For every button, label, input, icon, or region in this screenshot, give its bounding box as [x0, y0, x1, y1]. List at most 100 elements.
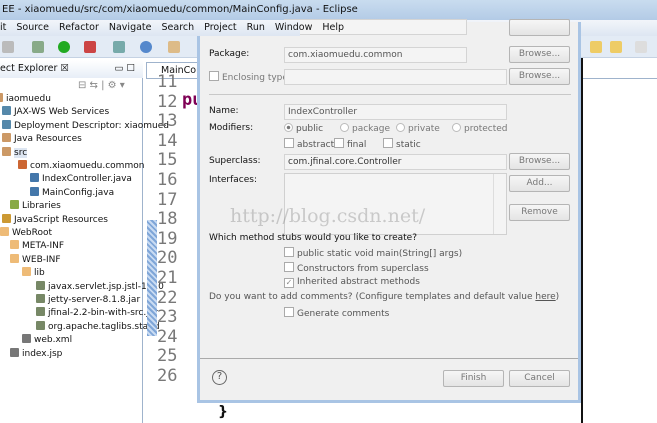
tree-item-label: MainConfig.java: [42, 187, 115, 198]
line-number: 20: [157, 248, 178, 269]
modifier-private-radio[interactable]: private: [396, 123, 440, 134]
tree-item-label: Libraries: [22, 201, 61, 212]
package-field[interactable]: com.xiaomuedu.common: [284, 47, 467, 63]
tree-item-label: index.jsp: [22, 348, 63, 359]
tree-node-icon: [10, 253, 19, 263]
last-edit-icon[interactable]: [590, 41, 602, 53]
final-checkbox[interactable]: final: [334, 138, 366, 150]
tree-item[interactable]: javax.servlet.jsp.jstl-1.2.0: [36, 280, 164, 294]
configure-templates-link[interactable]: here: [535, 292, 555, 302]
menu-navigate[interactable]: Navigate: [109, 22, 152, 33]
superclass-field[interactable]: com.jfinal.core.Controller: [284, 154, 507, 170]
cancel-button[interactable]: Cancel: [509, 370, 570, 387]
tree-item[interactable]: web.xml: [22, 334, 72, 347]
tree-node-icon: [2, 133, 11, 143]
line-number: 16: [157, 170, 178, 190]
tree-item-label: JavaScript Resources: [14, 214, 108, 225]
tree-node-icon: [2, 106, 11, 116]
tree-item[interactable]: jfinal-2.2-bin-with-src.jar: [36, 307, 158, 320]
menu-help[interactable]: Help: [322, 22, 344, 33]
static-checkbox[interactable]: static: [383, 138, 421, 150]
tree-item-label: web.xml: [34, 335, 73, 346]
source-browse-button[interactable]: [509, 19, 570, 36]
line-number: 11: [157, 72, 178, 92]
tree-node-icon: [36, 320, 45, 330]
tree-item[interactable]: WebRoot: [0, 227, 52, 240]
tree-node-icon: [36, 294, 45, 303]
enclosing-type-checkbox[interactable]: Enclosing type:: [209, 71, 291, 83]
tree-node-icon: [36, 280, 45, 290]
tree-item[interactable]: META-INF: [10, 240, 64, 253]
tree-item-label: WebRoot: [12, 228, 53, 238]
tree-item[interactable]: Deployment Descriptor: xiaomued: [2, 119, 169, 133]
line-number: 14: [157, 130, 178, 151]
enclosing-browse-button[interactable]: Browse...: [509, 68, 570, 85]
forward-icon[interactable]: [635, 41, 647, 53]
enclosing-type-field[interactable]: [284, 69, 507, 85]
menu-window[interactable]: Window: [275, 22, 312, 33]
name-field[interactable]: IndexController: [284, 104, 507, 120]
line-number: 18: [157, 209, 178, 230]
generate-comments-checkbox[interactable]: Generate comments: [284, 307, 389, 319]
tree-node-icon: [22, 334, 31, 344]
save-all-icon[interactable]: [2, 41, 14, 53]
open-type-icon[interactable]: [168, 41, 180, 53]
tree-item[interactable]: WEB-INF: [10, 253, 61, 267]
modifier-protected-radio[interactable]: protected: [452, 123, 508, 134]
tree-item-label: META-INF: [22, 241, 65, 252]
watermark: http://blog.csdn.net/: [230, 205, 426, 227]
tree-item[interactable]: Libraries: [10, 200, 61, 213]
tree-item-label: src: [14, 147, 28, 158]
help-icon[interactable]: ?: [212, 370, 227, 385]
modifiers-label: Modifiers:: [209, 123, 254, 133]
modifier-public-radio[interactable]: public: [284, 123, 323, 134]
tree-item-label: org.apache.taglibs.stand: [48, 321, 160, 332]
project-explorer-title: ect Explorer ☒: [0, 63, 69, 74]
run-icon[interactable]: [58, 41, 70, 53]
stub-constructors-checkbox[interactable]: Constructors from superclass: [284, 262, 429, 274]
collapse-link-icons[interactable]: ⊟ ⇆ | ⚙ ▾: [78, 80, 125, 91]
finish-button[interactable]: Finish: [443, 370, 504, 387]
tree-item-label: com.xiaomuedu.common: [30, 161, 145, 171]
minimize-maximize-icon[interactable]: ▭ ☐: [114, 60, 135, 78]
debug-icon[interactable]: [32, 41, 44, 53]
new-project-icon[interactable]: [113, 41, 125, 53]
project-explorer-tab[interactable]: ect Explorer ☒ ▭ ☐: [0, 60, 143, 78]
stub-inherited-checkbox[interactable]: ✓ Inherited abstract methods: [284, 277, 420, 288]
menu-search[interactable]: Search: [162, 22, 195, 33]
line-number: 17: [157, 189, 178, 210]
back-icon[interactable]: [610, 41, 622, 53]
tree-item-label: Deployment Descriptor: xiaomued: [14, 120, 169, 131]
menu-run[interactable]: Run: [247, 22, 265, 33]
line-number: 22: [157, 287, 178, 308]
tree-item[interactable]: lib: [22, 267, 45, 280]
tree-item[interactable]: com.xiaomuedu.common: [18, 160, 144, 173]
abstract-checkbox[interactable]: abstract: [284, 138, 334, 150]
menu-project[interactable]: Project: [204, 22, 237, 33]
tree-item[interactable]: index.jsp: [10, 347, 63, 361]
superclass-browse-button[interactable]: Browse...: [509, 153, 570, 170]
tree-item[interactable]: IndexController.java: [30, 173, 132, 186]
tree-item[interactable]: MainConfig.java: [30, 186, 115, 200]
tree-item[interactable]: JavaScript Resources: [2, 213, 108, 227]
interfaces-label: Interfaces:: [209, 175, 258, 185]
menu-edit[interactable]: it: [0, 22, 6, 33]
menu-source[interactable]: Source: [16, 22, 49, 33]
stub-main-checkbox[interactable]: public static void main(String[] args): [284, 247, 462, 259]
run-server-icon[interactable]: [84, 41, 96, 53]
tree-item[interactable]: JAX-WS Web Services: [2, 106, 109, 119]
new-class-icon[interactable]: [140, 41, 152, 53]
tree-node-icon: [10, 200, 19, 210]
menu-refactor[interactable]: Refactor: [59, 22, 99, 33]
remove-interface-button[interactable]: Remove: [509, 204, 570, 221]
add-interface-button[interactable]: Add...: [509, 175, 570, 192]
tree-item[interactable]: org.apache.taglibs.stand: [36, 320, 160, 334]
tree-item[interactable]: jetty-server-8.1.8.jar: [36, 294, 140, 307]
tree-node-icon: [10, 240, 19, 250]
package-browse-button[interactable]: Browse...: [509, 46, 570, 63]
modifier-package-radio[interactable]: package: [340, 123, 390, 134]
tree-item[interactable]: iaomuedu: [0, 93, 51, 106]
tree-item[interactable]: src: [2, 146, 28, 160]
tree-node-icon: [30, 173, 39, 183]
tree-item[interactable]: Java Resources: [2, 133, 82, 146]
